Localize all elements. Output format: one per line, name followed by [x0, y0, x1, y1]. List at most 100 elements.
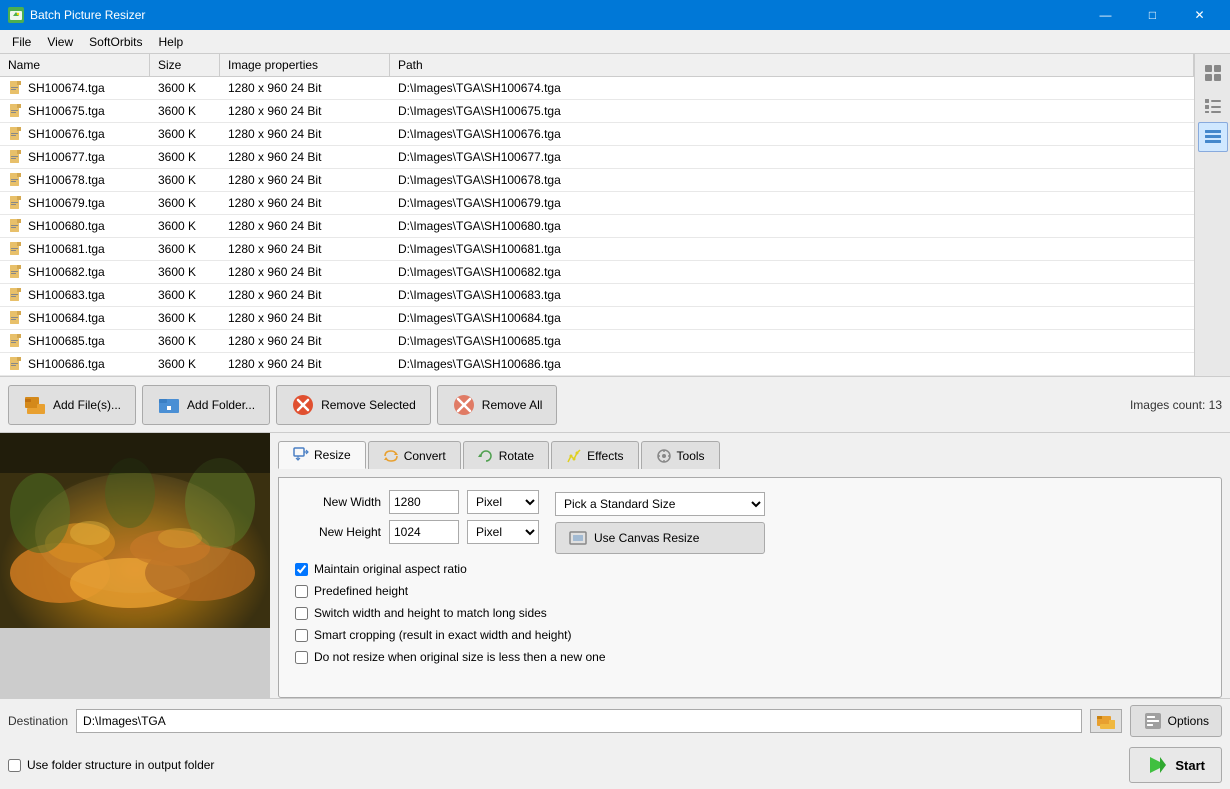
- remove-all-button[interactable]: Remove All: [437, 385, 558, 425]
- window-controls: — □ ✕: [1083, 0, 1222, 30]
- table-row[interactable]: SH100678.tga 3600 K 1280 x 960 24 Bit D:…: [0, 169, 1194, 192]
- action-bar: Add File(s)... Add Folder... Remove Sele…: [0, 377, 1230, 433]
- start-button[interactable]: Start: [1129, 747, 1222, 783]
- maintain-aspect-checkbox[interactable]: [295, 563, 308, 576]
- predefined-height-label: Predefined height: [314, 584, 408, 598]
- remove-selected-button[interactable]: Remove Selected: [276, 385, 431, 425]
- tab-tools[interactable]: Tools: [641, 441, 720, 469]
- tab-effects-label: Effects: [587, 449, 623, 463]
- table-row[interactable]: SH100674.tga 3600 K 1280 x 960 24 Bit D:…: [0, 77, 1194, 100]
- remove-selected-label: Remove Selected: [321, 398, 416, 412]
- table-row[interactable]: SH100683.tga 3600 K 1280 x 960 24 Bit D:…: [0, 284, 1194, 307]
- resize-tab-content: New Width PixelPercentcminch New Height …: [278, 477, 1222, 698]
- file-rows: SH100674.tga 3600 K 1280 x 960 24 Bit D:…: [0, 77, 1194, 376]
- maintain-aspect-label: Maintain original aspect ratio: [314, 562, 467, 576]
- right-panel: [1194, 54, 1230, 376]
- tab-rotate-label: Rotate: [499, 449, 534, 463]
- preview-panel: [0, 433, 270, 698]
- width-row: New Width PixelPercentcminch: [291, 490, 539, 514]
- tab-resize[interactable]: Resize: [278, 441, 366, 469]
- preview-image: [0, 433, 270, 628]
- tab-convert[interactable]: Convert: [368, 441, 461, 469]
- table-row[interactable]: SH100681.tga 3600 K 1280 x 960 24 Bit D:…: [0, 238, 1194, 261]
- close-button[interactable]: ✕: [1177, 0, 1222, 30]
- tabs-area: Resize Convert Rotate: [270, 433, 1230, 698]
- remove-all-label: Remove All: [482, 398, 543, 412]
- start-area: Start: [1129, 747, 1222, 783]
- menu-file[interactable]: File: [4, 33, 39, 51]
- table-row[interactable]: SH100680.tga 3600 K 1280 x 960 24 Bit D:…: [0, 215, 1194, 238]
- no-resize-checkbox[interactable]: [295, 651, 308, 664]
- view-details-icon-btn[interactable]: [1198, 122, 1228, 152]
- folder-structure-row: Use folder structure in output folder: [8, 758, 214, 772]
- add-files-label: Add File(s)...: [53, 398, 121, 412]
- minimize-button[interactable]: —: [1083, 0, 1128, 30]
- tab-tools-label: Tools: [677, 449, 705, 463]
- canvas-resize-button[interactable]: Use Canvas Resize: [555, 522, 765, 554]
- menu-bar: File View SoftOrbits Help: [0, 30, 1230, 54]
- file-list-container: Name Size Image properties Path SH100674…: [0, 54, 1230, 377]
- menu-help[interactable]: Help: [151, 33, 192, 51]
- title-bar: Batch Picture Resizer — □ ✕: [0, 0, 1230, 30]
- height-unit-select[interactable]: PixelPercentcminch: [467, 520, 539, 544]
- view-large-icon-btn[interactable]: [1198, 58, 1228, 88]
- no-resize-label: Do not resize when original size is less…: [314, 650, 606, 664]
- add-files-button[interactable]: Add File(s)...: [8, 385, 136, 425]
- destination-label: Destination: [8, 714, 68, 728]
- file-list[interactable]: Name Size Image properties Path SH100674…: [0, 54, 1194, 376]
- options-label: Options: [1168, 714, 1209, 728]
- file-list-header: Name Size Image properties Path: [0, 54, 1194, 77]
- folder-structure-checkbox[interactable]: [8, 759, 21, 772]
- maintain-aspect-row: Maintain original aspect ratio: [295, 562, 1209, 576]
- col-header-name[interactable]: Name: [0, 54, 150, 76]
- height-row: New Height PixelPercentcminch: [291, 520, 539, 544]
- bottom-section: Resize Convert Rotate: [0, 433, 1230, 698]
- col-header-size[interactable]: Size: [150, 54, 220, 76]
- predefined-height-checkbox[interactable]: [295, 585, 308, 598]
- add-folder-label: Add Folder...: [187, 398, 255, 412]
- tabs-row: Resize Convert Rotate: [278, 441, 1222, 469]
- switch-dims-label: Switch width and height to match long si…: [314, 606, 547, 620]
- col-header-path[interactable]: Path: [390, 54, 1194, 76]
- width-unit-select[interactable]: PixelPercentcminch: [467, 490, 539, 514]
- table-row[interactable]: SH100686.tga 3600 K 1280 x 960 24 Bit D:…: [0, 353, 1194, 376]
- col-header-props[interactable]: Image properties: [220, 54, 390, 76]
- destination-input[interactable]: [76, 709, 1082, 733]
- switch-dims-checkbox[interactable]: [295, 607, 308, 620]
- tab-effects[interactable]: Effects: [551, 441, 638, 469]
- table-row[interactable]: SH100676.tga 3600 K 1280 x 960 24 Bit D:…: [0, 123, 1194, 146]
- smart-crop-checkbox[interactable]: [295, 629, 308, 642]
- destination-browse-button[interactable]: [1090, 709, 1122, 733]
- options-button[interactable]: Options: [1130, 705, 1222, 737]
- table-row[interactable]: SH100685.tga 3600 K 1280 x 960 24 Bit D:…: [0, 330, 1194, 353]
- maximize-button[interactable]: □: [1130, 0, 1175, 30]
- standard-size-select[interactable]: Pick a Standard Size640 x 480800 x 60010…: [555, 492, 765, 516]
- view-list-icon-btn[interactable]: [1198, 90, 1228, 120]
- app-icon: [8, 7, 24, 23]
- menu-softorbits[interactable]: SoftOrbits: [81, 33, 150, 51]
- start-label: Start: [1175, 758, 1205, 773]
- tab-rotate[interactable]: Rotate: [463, 441, 549, 469]
- app-title: Batch Picture Resizer: [30, 8, 145, 22]
- table-row[interactable]: SH100677.tga 3600 K 1280 x 960 24 Bit D:…: [0, 146, 1194, 169]
- folder-structure-label: Use folder structure in output folder: [27, 758, 214, 772]
- table-row[interactable]: SH100675.tga 3600 K 1280 x 960 24 Bit D:…: [0, 100, 1194, 123]
- images-count: Images count: 13: [1130, 398, 1222, 412]
- add-folder-button[interactable]: Add Folder...: [142, 385, 270, 425]
- height-input[interactable]: [389, 520, 459, 544]
- width-label: New Width: [291, 495, 381, 509]
- no-resize-row: Do not resize when original size is less…: [295, 650, 1209, 664]
- width-input[interactable]: [389, 490, 459, 514]
- smart-crop-label: Smart cropping (result in exact width an…: [314, 628, 571, 642]
- destination-bar: Destination Options: [0, 698, 1230, 743]
- table-row[interactable]: SH100682.tga 3600 K 1280 x 960 24 Bit D:…: [0, 261, 1194, 284]
- table-row[interactable]: SH100679.tga 3600 K 1280 x 960 24 Bit D:…: [0, 192, 1194, 215]
- predefined-height-row: Predefined height: [295, 584, 1209, 598]
- menu-view[interactable]: View: [39, 33, 81, 51]
- resize-form: New Width PixelPercentcminch New Height …: [291, 490, 1209, 664]
- tab-resize-label: Resize: [314, 448, 351, 462]
- switch-dims-row: Switch width and height to match long si…: [295, 606, 1209, 620]
- table-row[interactable]: SH100684.tga 3600 K 1280 x 960 24 Bit D:…: [0, 307, 1194, 330]
- tab-convert-label: Convert: [404, 449, 446, 463]
- smart-crop-row: Smart cropping (result in exact width an…: [295, 628, 1209, 642]
